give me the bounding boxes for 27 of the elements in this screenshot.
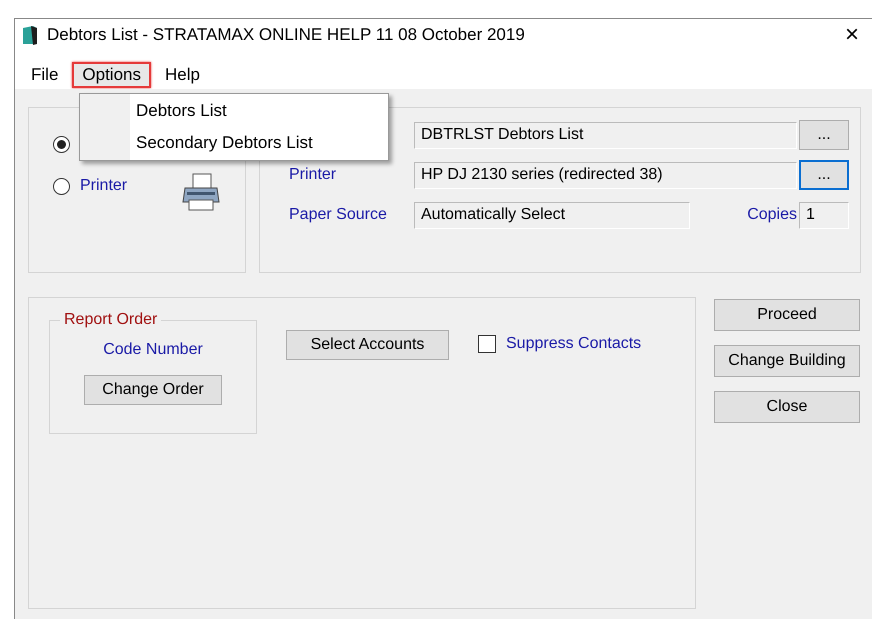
browse-button[interactable]: ...: [799, 160, 849, 190]
action-button[interactable]: Proceed: [714, 299, 860, 331]
field-label: Printer: [289, 166, 338, 184]
menu-item[interactable]: Options: [72, 62, 151, 88]
menu-option[interactable]: Debtors List: [80, 101, 388, 121]
browse-button[interactable]: ...: [799, 120, 849, 150]
paper-source-field[interactable]: Automatically Select: [414, 202, 690, 228]
checkbox-option[interactable]: Suppress Contacts: [478, 335, 642, 353]
menu-item[interactable]: Help: [155, 62, 210, 88]
group-legend: Report Order: [60, 311, 162, 329]
checkbox[interactable]: [478, 335, 496, 353]
field-label: Copies: [747, 206, 797, 224]
change-order-button[interactable]: Change Order: [84, 375, 222, 405]
report-field[interactable]: DBTRLST Debtors List: [414, 122, 797, 148]
copies-field[interactable]: 1: [799, 202, 849, 228]
field-label: Paper Source: [289, 206, 388, 224]
radio-button[interactable]: [53, 178, 70, 194]
menu-option[interactable]: Secondary Debtors List: [80, 133, 388, 153]
action-button[interactable]: Change Building: [714, 345, 860, 377]
app-icon: [21, 24, 39, 46]
radio-button[interactable]: [53, 136, 70, 153]
printer-field[interactable]: HP DJ 2130 series (redirected 38): [414, 162, 797, 188]
menu-item[interactable]: File: [21, 62, 68, 88]
action-button[interactable]: Close: [714, 391, 860, 423]
window-title: Debtors List - STRATAMAX ONLINE HELP 11 08 October 2019: [47, 25, 526, 45]
select-accounts-button[interactable]: Select Accounts: [286, 330, 449, 360]
order-label: Code Number: [103, 341, 203, 359]
